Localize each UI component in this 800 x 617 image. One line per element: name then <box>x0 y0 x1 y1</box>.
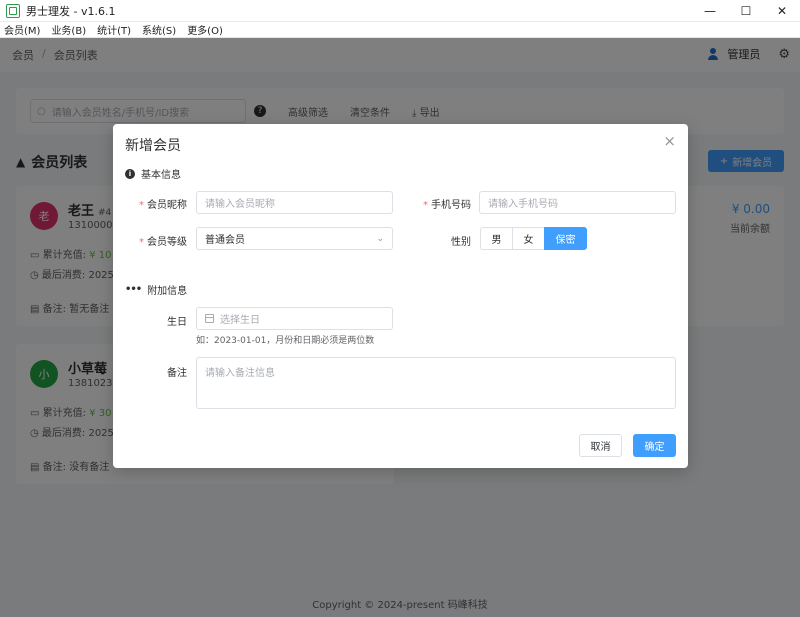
section-basic-label: 基本信息 <box>141 170 181 181</box>
nickname-label: * 会员昵称 <box>125 196 187 211</box>
confirm-button[interactable]: 确定 <box>633 434 676 457</box>
add-member-dialog: 新增会员 × i 基本信息 * 会员昵称 请输入会员昵称 * 手机号码 请输入手机号… <box>113 124 688 468</box>
menu-more[interactable]: 更多(O) <box>187 22 223 37</box>
nickname-input[interactable]: 请输入会员昵称 <box>196 191 393 214</box>
required-mark: * <box>139 237 144 248</box>
minimize-button[interactable]: — <box>692 0 728 22</box>
birthday-hint: 如：2023-01-01，月份和日期必须是两位数 <box>196 336 375 346</box>
menubar: 会员(M) 业务(B) 统计(T) 系统(S) 更多(O) <box>0 22 800 38</box>
menu-business[interactable]: 业务(B) <box>51 22 86 37</box>
close-window-button[interactable]: ✕ <box>764 0 800 22</box>
app-logo-icon <box>6 3 20 18</box>
window-title: 男士理发 - v1.6.1 <box>26 4 116 18</box>
phone-input[interactable]: 请输入手机号码 <box>479 191 676 214</box>
birthday-placeholder: 选择生日 <box>220 315 260 326</box>
level-label: * 会员等级 <box>125 233 187 248</box>
phone-label-text: 手机号码 <box>431 200 471 211</box>
chevron-down-icon: ⌄ <box>376 233 384 244</box>
calendar-icon <box>205 314 214 323</box>
menu-statistics[interactable]: 统计(T) <box>97 22 131 37</box>
close-icon[interactable]: × <box>663 132 676 150</box>
dialog-title: 新增会员 <box>125 138 181 154</box>
section-basic-info: i 基本信息 <box>125 166 181 181</box>
menu-member[interactable]: 会员(M) <box>4 22 40 37</box>
window-titlebar: 男士理发 - v1.6.1 — ☐ ✕ <box>0 0 800 22</box>
remark-label: 备注 <box>167 368 187 379</box>
required-mark: * <box>423 200 428 211</box>
info-icon: i <box>125 168 135 179</box>
section-extra-label: 附加信息 <box>147 286 188 297</box>
required-mark: * <box>139 200 144 211</box>
gender-female[interactable]: 女 <box>512 227 545 250</box>
cancel-button[interactable]: 取消 <box>579 434 622 457</box>
birthday-label: 生日 <box>167 317 187 328</box>
birthday-picker[interactable]: 选择生日 <box>196 307 393 330</box>
gender-male[interactable]: 男 <box>480 227 513 250</box>
more-dots-icon: ••• <box>125 284 142 295</box>
level-label-text: 会员等级 <box>147 237 187 248</box>
remark-textarea[interactable]: 请输入备注信息 <box>196 357 676 409</box>
menu-system[interactable]: 系统(S) <box>142 22 176 37</box>
nickname-label-text: 会员昵称 <box>147 200 187 211</box>
level-value: 普通会员 <box>205 235 245 246</box>
phone-label: * 手机号码 <box>409 196 471 211</box>
maximize-button[interactable]: ☐ <box>728 0 764 22</box>
gender-secret[interactable]: 保密 <box>544 227 587 250</box>
window-controls: — ☐ ✕ <box>692 0 800 22</box>
level-select[interactable]: 普通会员 ⌄ <box>196 227 393 250</box>
gender-label: 性别 <box>451 237 471 248</box>
section-extra-info: ••• 附加信息 <box>125 282 187 297</box>
gender-radio-group: 男 女 保密 <box>480 227 587 250</box>
